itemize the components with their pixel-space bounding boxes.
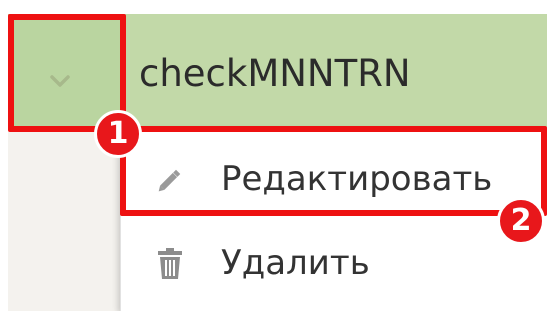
record-title: checkMNNTRN [139, 52, 411, 95]
row-side-strip [8, 128, 120, 311]
trash-icon [158, 248, 182, 279]
menu-item-delete[interactable]: Удалить [121, 224, 547, 308]
annotation-marker-1: 1 [94, 110, 142, 158]
screenshot-stage: checkMNNTRN Редактировать Удалить 1 2 [0, 0, 547, 311]
annotation-highlight-edit [120, 126, 547, 216]
menu-item-delete-label: Удалить [221, 243, 370, 283]
annotation-marker-2: 2 [497, 197, 545, 245]
